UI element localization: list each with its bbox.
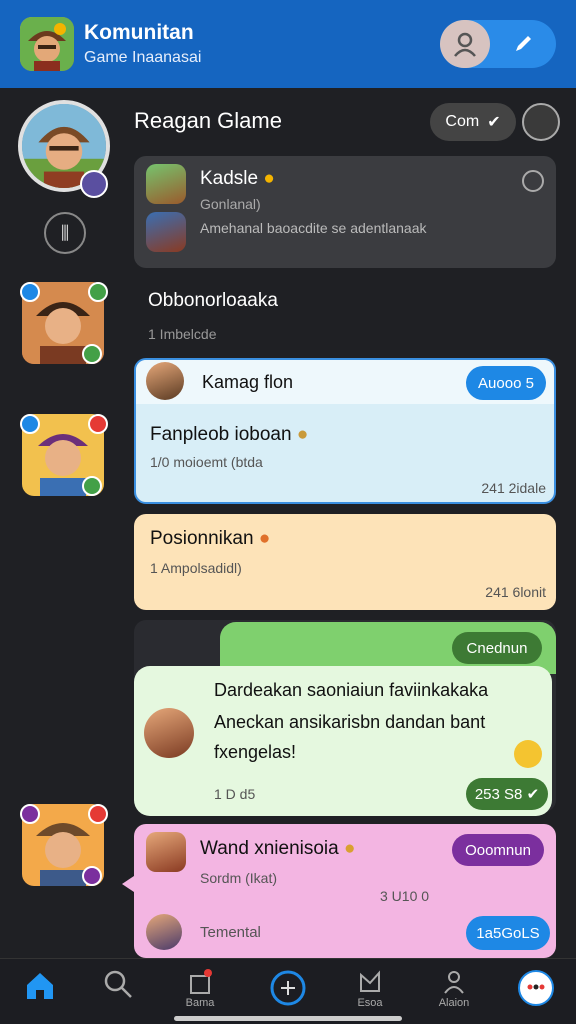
compass-icon <box>270 970 306 1006</box>
bottom-nav: Bama Esoa Alaion <box>0 958 576 1024</box>
app-title: Komunitan <box>84 21 194 44</box>
check-icon: ✔ <box>526 786 540 803</box>
bubble-tail <box>122 876 134 892</box>
home-icon <box>27 973 53 999</box>
edit-icon[interactable] <box>490 33 556 55</box>
profile-toggle[interactable] <box>440 20 556 68</box>
online-badge-icon <box>82 476 102 496</box>
pinned-name: Kadsle ● <box>200 168 275 189</box>
message-time: 241 2idale <box>481 480 546 496</box>
nav-alaion[interactable]: Alaion <box>424 969 484 1019</box>
message-sub: 1/0 moioemt (btda <box>150 454 263 470</box>
message-title: Wand xnienisoia ● <box>200 838 356 859</box>
pinned-avatar <box>146 164 186 204</box>
header-bar: Komunitan Game Inaanasai <box>0 0 576 88</box>
community-avatar[interactable] <box>20 17 74 71</box>
conversation-sub: 1 Imbelcde <box>148 326 217 342</box>
chat-face-icon <box>518 970 554 1006</box>
section-title: Reagan Glame <box>134 108 282 133</box>
home-indicator <box>174 1016 402 1021</box>
level-badge-icon <box>80 170 108 198</box>
message-time: 241 6lonit <box>485 584 546 600</box>
pinned-sub: Gonlanal) <box>200 196 261 212</box>
app-subtitle: Game Inaanasai <box>84 49 202 66</box>
message-sub: 1 Ampolsadidl) <box>150 560 242 576</box>
alert-badge-icon <box>88 804 108 824</box>
nav-search[interactable] <box>88 969 148 1019</box>
bag-icon <box>190 969 212 994</box>
chat-line-2: Aneckan ansikarisbn dandan bant <box>214 712 486 732</box>
chat-line-3: fxengelas! <box>214 742 297 762</box>
emoji-icon <box>514 740 542 768</box>
sender-name: Kamag flon <box>202 372 294 392</box>
nav-messages[interactable] <box>506 969 566 1019</box>
game-character-icon <box>20 17 74 71</box>
alert-badge-icon <box>88 414 108 434</box>
com-label: Com <box>445 113 480 130</box>
pinned-card[interactable] <box>134 156 556 268</box>
chat-badge-icon <box>20 414 40 434</box>
online-badge-icon <box>82 344 102 364</box>
footer-button[interactable]: 1a5GoLS <box>466 916 550 950</box>
profile-icon <box>444 971 464 994</box>
sender-avatar <box>146 362 184 400</box>
pinned-avatar-2 <box>146 212 186 252</box>
notification-badge-icon <box>20 804 40 824</box>
message-sub: Sordm (Ikat) <box>200 870 278 886</box>
footer-label: Temental <box>200 924 261 941</box>
check-icon: ✔ <box>487 114 501 131</box>
conversation-title: Obbonorloaaka <box>148 290 278 311</box>
message-badge-button[interactable]: Auooo 5 <box>466 366 546 400</box>
status-badge[interactable]: Cnednun <box>452 632 542 664</box>
nav-esoa[interactable]: Esoa <box>340 969 400 1019</box>
status-badge-icon <box>82 866 102 886</box>
sender-avatar <box>144 708 194 758</box>
pinned-text: Amehanal baoacdite se adentlanaak <box>200 220 427 236</box>
footer-avatar <box>146 914 182 950</box>
emoji-icon: ● <box>296 424 309 445</box>
sender-avatar <box>146 832 186 872</box>
chat-meta: 1 D d5 <box>214 786 256 802</box>
emoji-icon: ● <box>344 838 356 859</box>
info-icon[interactable] <box>522 170 544 192</box>
filter-icon[interactable]: ⫼ <box>44 212 86 254</box>
chat-badge-icon <box>20 282 40 302</box>
chart-icon <box>360 970 380 992</box>
message-badge-button[interactable]: Ooomnun <box>452 834 544 866</box>
emoji-icon: ● <box>263 168 275 189</box>
angry-emoji-icon: ● <box>258 528 271 549</box>
status-circle-icon[interactable] <box>522 103 560 141</box>
add-badge-icon <box>88 282 108 302</box>
message-title: Posionnikan ● <box>150 528 271 549</box>
com-button[interactable]: Com ✔ <box>430 103 516 141</box>
search-icon <box>104 970 132 998</box>
nav-home[interactable] <box>10 969 70 1019</box>
message-count: 3 U10 0 <box>380 888 430 904</box>
message-title: Fanpleob ioboan ● <box>150 424 309 445</box>
chat-time-badge: 253 S8 ✔ <box>466 778 548 810</box>
nav-center[interactable] <box>258 969 318 1019</box>
nav-bama[interactable]: Bama <box>170 969 230 1019</box>
profile-icon[interactable] <box>440 20 490 68</box>
chat-line-1: Dardeakan saoniaiun faviinkakaka <box>214 680 489 700</box>
